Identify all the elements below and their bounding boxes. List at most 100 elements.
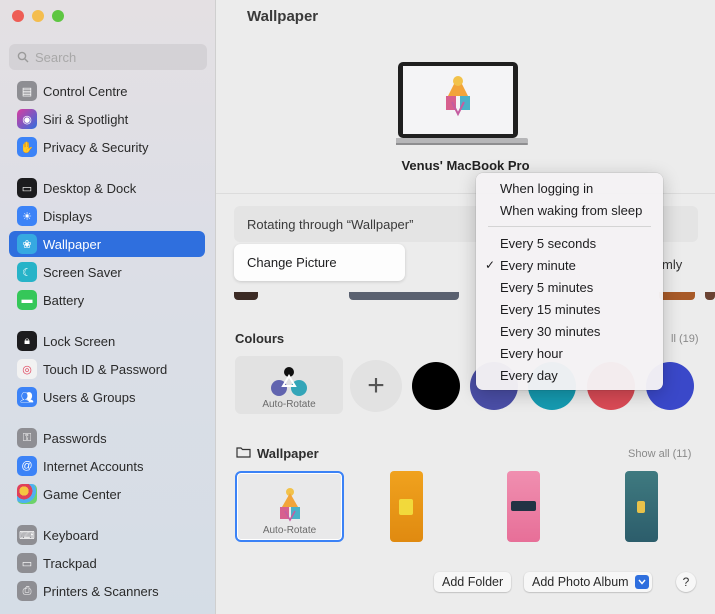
sidebar-item-label: Control Centre [43,83,128,99]
menu-item-every-hour[interactable]: Every hour [476,342,663,364]
sidebar-item-trackpad[interactable]: ▭ Trackpad [9,550,205,576]
sidebar-item-printers-scanners[interactable]: ⎙ Printers & Scanners [9,578,205,604]
menu-item-label: When logging in [500,180,594,196]
dynamic-wallpaper-strip [349,292,459,300]
menu-item-label: Every day [500,367,558,383]
menu-item-every-30-minutes[interactable]: Every 30 minutes [476,320,663,342]
chevron-down-icon [634,575,649,589]
flower-icon: ❀ [17,234,37,254]
hand-icon: ✋ [17,137,37,157]
wallpaper-thumbnail-pink[interactable] [507,471,540,542]
sidebar-item-label: Passwords [43,430,107,446]
wallpaper-show-all-link[interactable]: Show all (11) [628,448,691,460]
sidebar-item-label: Trackpad [43,555,97,571]
sidebar-item-displays[interactable]: ☀ Displays [9,203,205,229]
colours-show-all-link[interactable]: ll (19) [671,333,699,345]
add-folder-label: Add Folder [442,575,504,589]
dynamic-wallpaper-strip [659,292,695,300]
help-button[interactable]: ? [676,572,696,592]
sidebar-item-keyboard[interactable]: ⌨ Keyboard [9,522,205,548]
rotation-interval-menu: When logging in When waking from sleep E… [476,173,663,390]
sidebar-item-label: Privacy & Security [43,139,149,155]
sidebar-item-siri-spotlight[interactable]: ◉ Siri & Spotlight [9,106,205,132]
menu-item-every-5-seconds[interactable]: Every 5 seconds [476,232,663,254]
at-icon: @ [17,456,37,476]
page-title: Wallpaper [247,8,319,25]
change-picture-label: Change Picture [247,255,337,270]
sidebar-item-label: Battery [43,292,85,308]
add-colour-button[interactable]: + [350,360,402,412]
siri-icon: ◉ [17,109,37,129]
dynamic-wallpaper-strip [705,292,715,300]
wallpaper-folder-heading: Wallpaper [257,446,319,461]
menu-item-every-day[interactable]: Every day [476,364,663,386]
spongebob-art [399,499,413,515]
figure-art [637,501,645,513]
auto-rotate-label: Auto-Rotate [262,399,316,410]
wallpaper-thumbnail-teal[interactable] [625,471,658,542]
device-name: Venus' MacBook Pro [401,158,530,173]
wallpaper-preview: Venus' MacBook Pro [216,38,715,194]
menu-item-every-minute[interactable]: ✓ Every minute [476,254,663,276]
menu-item-when-waking[interactable]: When waking from sleep [476,199,663,221]
menu-item-label: Every 5 seconds [500,235,597,251]
folder-icon [236,447,251,458]
menu-item-label: Every 5 minutes [500,279,594,295]
sidebar-item-touch-id[interactable]: ◎ Touch ID & Password [9,356,205,382]
sidebar-item-label: Displays [43,208,93,224]
dock-icon: ▭ [17,178,37,198]
add-photo-album-button[interactable]: Add Photo Album [524,572,652,592]
zoom-button[interactable] [52,10,64,22]
rotation-label: Rotating through “Wallpaper” [247,216,414,232]
dynamic-wallpaper-strip [234,292,258,300]
search-field[interactable] [9,44,207,70]
sidebar-item-label: Game Center [43,486,122,502]
sidebar-item-label: Keyboard [43,527,99,543]
minimize-button[interactable] [32,10,44,22]
sidebar-item-screen-saver[interactable]: ☾ Screen Saver [9,259,205,285]
close-button[interactable] [12,10,24,22]
menu-item-when-logging-in[interactable]: When logging in [476,177,663,199]
wallpaper-auto-rotate-tile[interactable]: Auto-Rotate [235,471,344,542]
key-icon: ⚿ [17,428,37,448]
battery-icon: ▬ [17,290,37,310]
keyboard-icon: ⌨ [17,525,37,545]
sidebar-item-privacy-security[interactable]: ✋ Privacy & Security [9,134,205,160]
sidebar-item-passwords[interactable]: ⚿ Passwords [9,425,205,451]
window-controls [12,10,64,22]
menu-item-label: Every 15 minutes [500,301,601,317]
sidebar-item-label: Users & Groups [43,389,136,405]
sidebar-item-users-groups[interactable]: 👥︎ Users & Groups [9,384,205,410]
sidebar-item-label: Lock Screen [43,333,116,349]
logo-art [511,501,536,511]
sidebar-item-desktop-dock[interactable]: ▭ Desktop & Dock [9,175,205,201]
colours-heading: Colours [235,331,285,346]
printer-icon: ⎙ [17,581,37,601]
add-folder-button[interactable]: Add Folder [434,572,512,592]
checkmark-icon: ✓ [485,258,496,272]
sidebar-item-game-center[interactable]: Game Center [9,481,205,507]
sidebar-item-internet-accounts[interactable]: @ Internet Accounts [9,453,205,479]
wallpaper-thumbnail-spongebob[interactable] [390,471,423,542]
lock-icon: 🔒︎ [17,331,37,351]
control-centre-icon: ▤ [17,81,37,101]
search-input[interactable] [35,49,185,65]
change-picture-button[interactable]: Change Picture [234,244,405,281]
menu-item-every-15-minutes[interactable]: Every 15 minutes [476,298,663,320]
sidebar-item-control-centre[interactable]: ▤ Control Centre [9,78,205,104]
colours-auto-rotate-tile[interactable]: Auto-Rotate [235,356,343,414]
menu-separator [488,226,651,227]
game-center-icon [17,484,37,504]
sidebar-item-label: Internet Accounts [43,458,144,474]
settings-window: ▤ Control Centre ◉ Siri & Spotlight ✋ Pr… [0,0,715,614]
sidebar-item-label: Siri & Spotlight [43,111,129,127]
menu-item-every-5-minutes[interactable]: Every 5 minutes [476,276,663,298]
macbook-preview-image [396,62,528,145]
sidebar-item-wallpaper[interactable]: ❀ Wallpaper [9,231,205,257]
sidebar-item-battery[interactable]: ▬ Battery [9,287,205,313]
trackpad-icon: ▭ [17,553,37,573]
sidebar-item-lock-screen[interactable]: 🔒︎ Lock Screen [9,328,205,354]
rotation-interval-partial-label: mly [662,257,683,272]
colour-swatch-black[interactable] [412,362,460,410]
sidebar-item-label: Wallpaper [43,236,102,252]
